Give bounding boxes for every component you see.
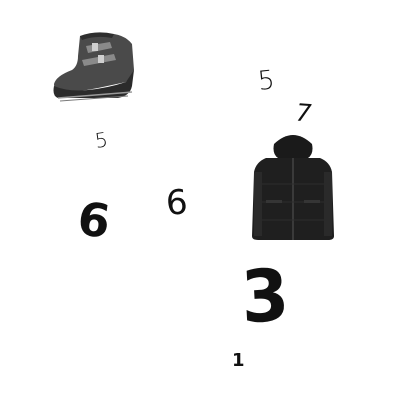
handwritten-digit-5-top: 5 <box>256 65 277 97</box>
handwritten-digit-6-center: 6 <box>164 182 190 224</box>
handwritten-digit-6-large: 6 <box>74 191 114 249</box>
wedge-ankle-boot-icon <box>53 32 134 102</box>
scattered-objects-canvas: 5 7 5 6 6 3 1 <box>0 0 416 416</box>
handwritten-digit-1: 1 <box>232 350 245 371</box>
hooded-jacket-icon <box>252 135 334 240</box>
handwritten-digit-3: 3 <box>239 252 292 340</box>
handwritten-digit-5-left: 5 <box>93 127 110 153</box>
handwritten-digit-7: 7 <box>295 98 313 128</box>
